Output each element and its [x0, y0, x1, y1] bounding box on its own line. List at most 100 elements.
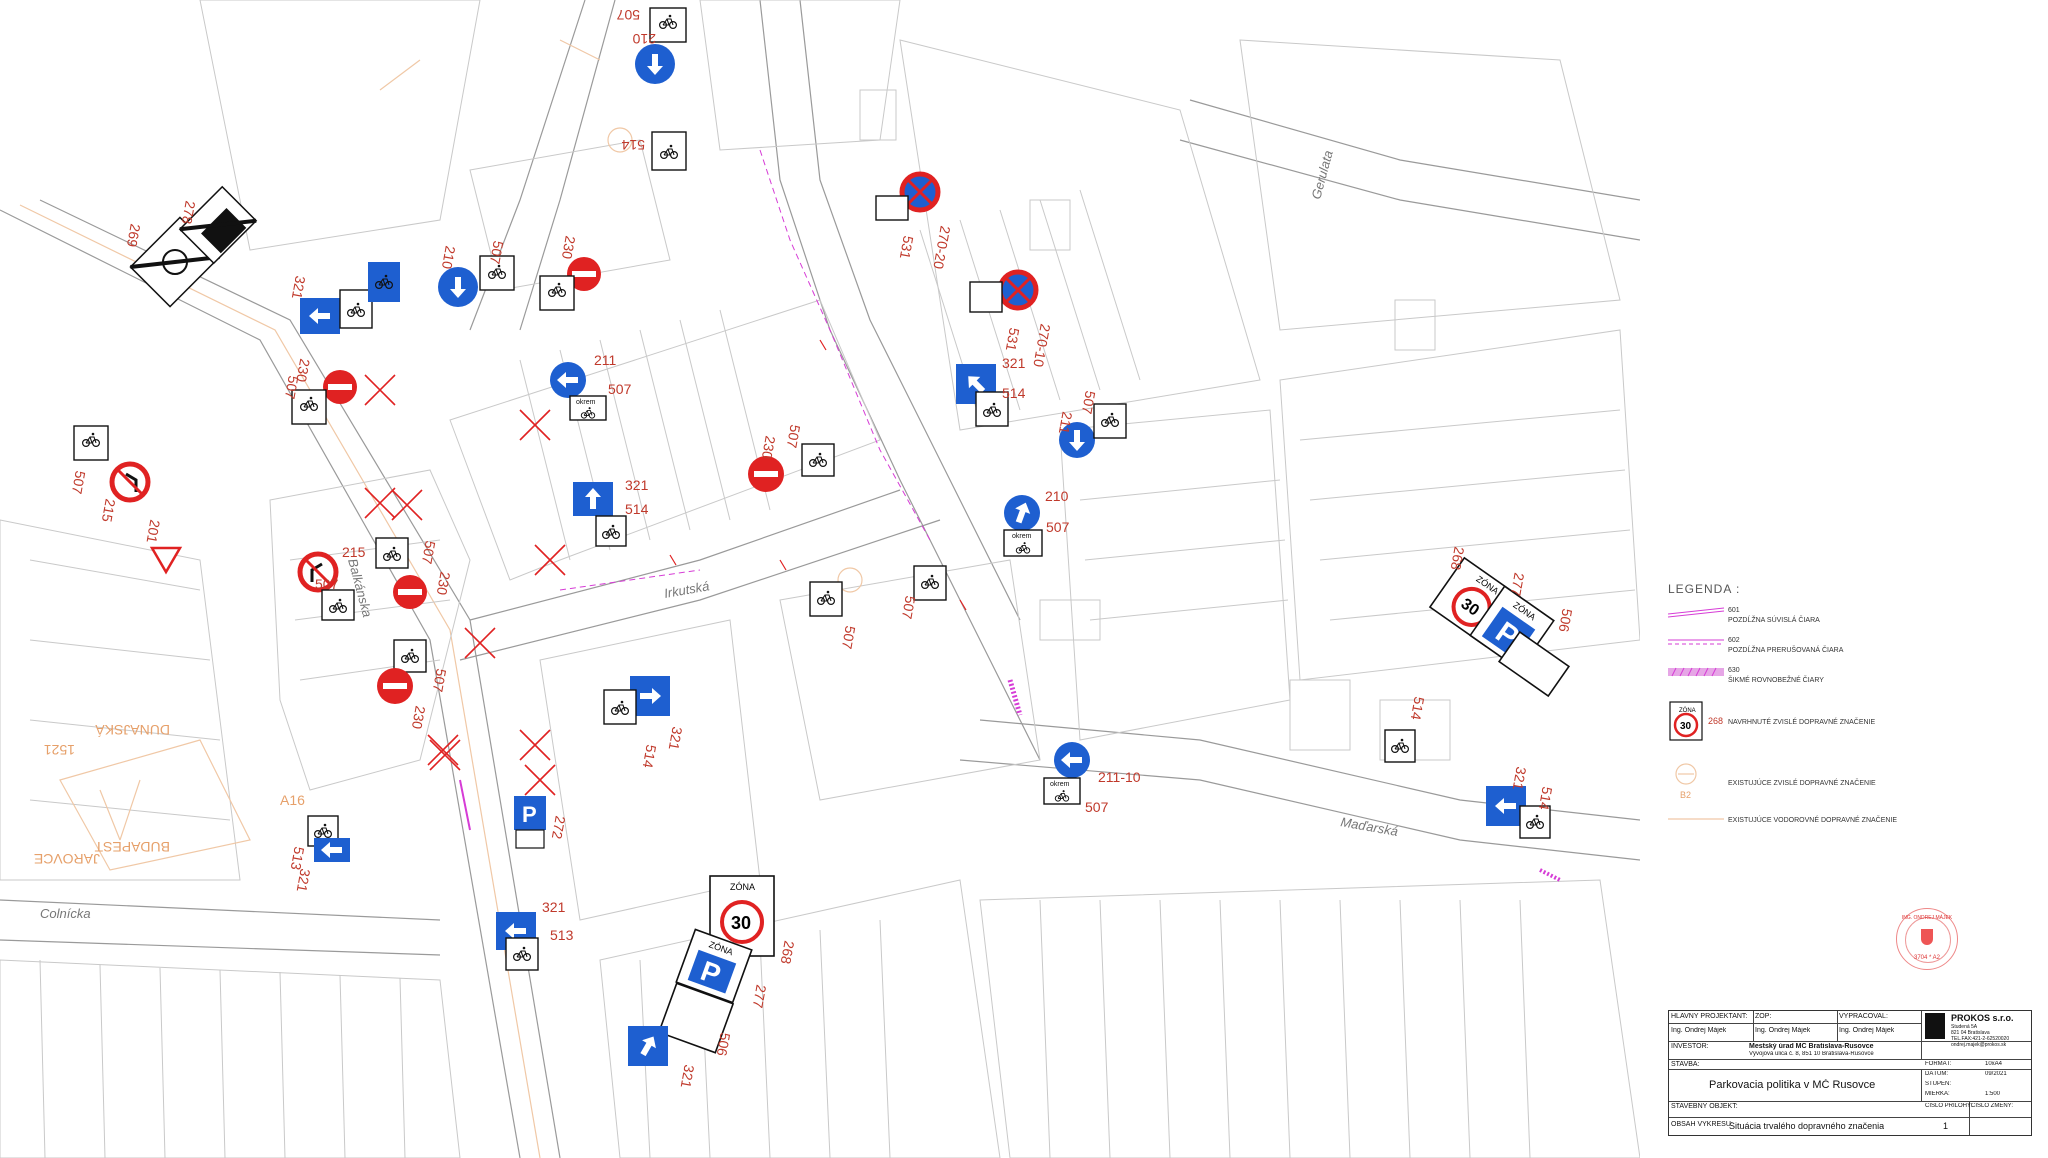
legend: LEGENDA : 601 POZDĹŽNA SÚVISLÁ ČIARA 602… [1667, 582, 2028, 836]
legend-existing-sign-icon: B2 [1668, 762, 1728, 804]
company-email: ondrej.majek@prokos.sk [1951, 1042, 2007, 1048]
legend-text: EXISTUJÚCE VODOROVNÉ DOPRAVNÉ ZNAČENIE [1728, 816, 1898, 824]
street-label-gerulata: Gerulata [1308, 149, 1335, 201]
sign-code: 506 [1556, 608, 1576, 634]
sign-code: 215 [342, 544, 366, 560]
legend-item-630: 630 ŠIKMÉ ROVNOBEŽNÉ ČIARY [1668, 666, 2028, 686]
sign-parking-symbol: P [522, 802, 537, 827]
proposed-signs[interactable]: 507 210 514 278 269 321 210 507 230 230 … [69, 7, 1576, 1090]
sign-code: 230 [409, 705, 429, 731]
sign-code: 268 [778, 940, 798, 966]
sign-code: 321 [1510, 766, 1530, 792]
sign-code: 507 [1046, 519, 1070, 535]
coat-of-arms-icon [1921, 929, 1933, 945]
base-map [0, 0, 1640, 1158]
stamp-name: ING. ONDREJ MÁJEK [1901, 915, 1953, 921]
sign-supplementary[interactable] [969, 281, 1003, 313]
legend-item-existing-vertical: B2 EXISTUJÚCE ZVISLÉ DOPRAVNÉ ZNAČENIE [1668, 762, 2028, 804]
format-value: 10xA4 [1985, 1061, 2003, 1067]
zop-label: ZOP: [1755, 1013, 1772, 1020]
legend-solid-line-icon [1667, 606, 1728, 620]
sign-code: 278 [179, 200, 199, 226]
legend-code: 601 [1728, 607, 1740, 614]
legend-existing-line-icon [1668, 814, 1728, 826]
title-block: HLAVNÝ PROJEKTANT: Ing. Ondrej Májek ZOP… [1668, 1010, 2032, 1136]
sign-code: 230 [434, 571, 454, 597]
sign-code: 321 [666, 726, 686, 752]
sign-code: 269 [124, 223, 144, 249]
legend-text: NAVRHNUTÉ ZVISLÉ DOPRAVNÉ ZNAČENIE [1728, 718, 1876, 726]
date-value: 09/2021 [1985, 1071, 2007, 1077]
sign-code: 507 [430, 668, 450, 694]
scale-value: 1:500 [1985, 1091, 2001, 1097]
sign-code: 211 [1056, 411, 1076, 436]
sign-code: 507 [419, 540, 439, 566]
sign-code: 215 [99, 498, 119, 524]
sign-code: 507 [487, 240, 507, 266]
sign-code: 268 [1448, 546, 1468, 572]
sign-code: 507 [69, 470, 89, 496]
legend-title: LEGENDA : [1668, 582, 1741, 596]
sign-code: 230 [759, 435, 779, 461]
stage-label: STUPEŇ: [1925, 1081, 1952, 1087]
object-label: STAVEBNÝ OBJEKT: [1671, 1103, 1738, 1110]
sign-code: 514 [1536, 786, 1556, 812]
revision-label: ČÍSLO ZMENY: [1971, 1103, 2014, 1109]
sign-code: 211 [594, 352, 617, 368]
existing-text-dunajska: DUNAJSKÁ [95, 722, 170, 738]
sign-code: 210 [632, 31, 656, 47]
sheet-number: 1 [1943, 1121, 1949, 1131]
project-title: Parkovacia politika v MČ Rusovce [1709, 1079, 1876, 1091]
sign-code: 272 [549, 815, 569, 841]
company-name: PROKOS s.r.o. [1951, 1013, 2014, 1023]
traffic-map: Gerulata Irkutská Maďarská Colnícka Balk… [0, 0, 1640, 1158]
drawing-content: Situácia trvalého dopravného značenia [1729, 1121, 1885, 1131]
chief-label: HLAVNÝ PROJEKTANT: [1671, 1013, 1748, 1020]
street-label-colnicka: Colnícka [40, 906, 91, 921]
sign-code: 507 [608, 381, 632, 397]
legend-text: POZDĹŽNA SÚVISLÁ ČIARA [1728, 617, 1820, 624]
legend-proposed-code: 268 [1708, 716, 1723, 726]
sign-code: 514 [1408, 696, 1428, 722]
sign-supplementary[interactable] [875, 195, 909, 221]
legend-item-existing-horizontal: EXISTUJÚCE VODOROVNÉ DOPRAVNÉ ZNAČENIE [1668, 814, 2028, 826]
street-label-madarska: Maďarská [1339, 814, 1399, 839]
sign-yield[interactable] [149, 546, 183, 575]
sign-code: 321 [625, 477, 649, 493]
sign-code: 513 [550, 927, 574, 943]
sign-speed: 30 [731, 913, 751, 933]
sign-code: 507 [839, 625, 859, 651]
legend-hatched-lines-icon [1668, 666, 1728, 680]
sign-code: 321 [678, 1064, 698, 1090]
legend-item-601: 601 POZDĹŽNA SÚVISLÁ ČIARA [1667, 606, 2028, 626]
sign-code: 270-10 [1030, 323, 1053, 369]
legend-existing-code: B2 [1680, 790, 1691, 800]
sign-code: 210 [1045, 488, 1069, 504]
sign-code: 321 [294, 868, 314, 894]
legend-zone-label: ZÓNA [1679, 707, 1696, 714]
sign-supplementary[interactable] [515, 829, 545, 849]
sign-code: 210 [439, 245, 459, 271]
legend-zone-sign-icon: ZÓNA 30 268 [1668, 700, 1728, 744]
investor-label: INVESTOR: [1671, 1043, 1709, 1050]
sign-code: 507 [1079, 390, 1099, 416]
legend-dashed-line-icon [1668, 636, 1728, 650]
sign-code: 321 [289, 275, 309, 301]
legend-speed: 30 [1680, 721, 1692, 732]
sign-code: 514 [621, 137, 645, 153]
attachment-label: ČÍSLO PRÍLOHY: [1925, 1103, 1973, 1109]
sign-code: 270-20 [930, 225, 953, 271]
existing-text-jarovce: JAROVCE [34, 851, 100, 867]
legend-code: 630 [1728, 667, 1740, 674]
company-logo-icon [1925, 1013, 1945, 1039]
legend-text: POZDĹŽNA PRERUŠOVANÁ ČIARA [1728, 647, 1844, 654]
zop-name: Ing. Ondrej Májek [1755, 1027, 1811, 1034]
sign-code: 277 [750, 984, 770, 1010]
street-labels: Gerulata Irkutská Maďarská Colnícka Balk… [40, 149, 1399, 921]
existing-text-budapest: BUDAPEST [94, 839, 170, 855]
format-label: FORMÁT: [1925, 1061, 1952, 1067]
sign-code: 507 [282, 375, 302, 401]
sign-code: 507 [616, 7, 640, 23]
street-label-irkutska: Irkutská [663, 578, 710, 601]
sign-code: 514 [640, 744, 660, 770]
